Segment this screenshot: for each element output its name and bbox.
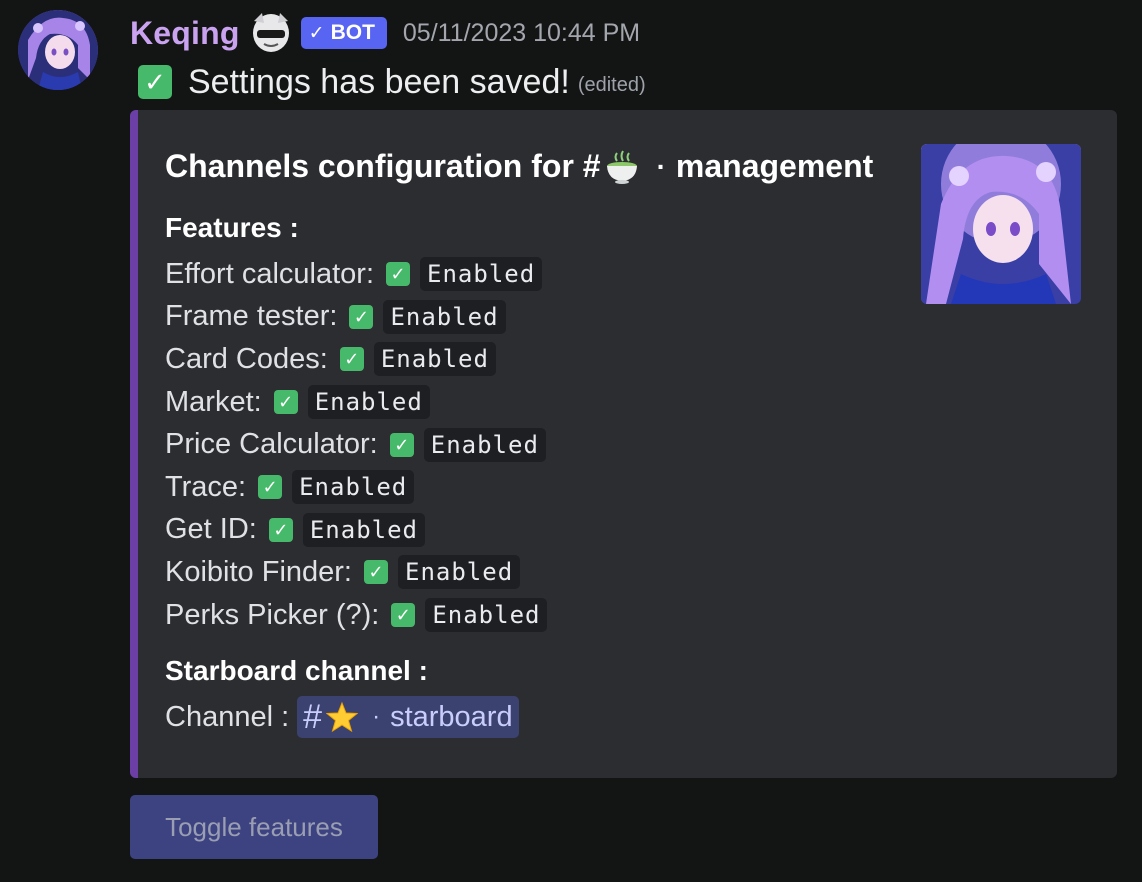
feature-status: Enabled	[292, 470, 415, 505]
feature-row: Koibito Finder: ✓ Enabled	[165, 551, 547, 594]
feature-label: Effort calculator:	[165, 257, 375, 290]
feature-row: Trace: ✓ Enabled	[165, 466, 547, 509]
avatar[interactable]	[18, 10, 98, 90]
feature-status: Enabled	[373, 342, 496, 377]
username[interactable]: Keqing	[130, 15, 240, 52]
thumbnail-image	[921, 144, 1081, 304]
white-check-mark-icon: ✓	[349, 304, 374, 329]
star-icon	[325, 701, 359, 733]
feature-status: Enabled	[425, 598, 548, 633]
feature-label: Card Codes:	[165, 342, 328, 375]
channel-hash-icon: #	[303, 697, 323, 736]
feature-status: Enabled	[302, 512, 426, 547]
avatar-decoration-icon	[248, 11, 294, 55]
feature-status: Enabled	[383, 299, 506, 334]
feature-status: Enabled	[307, 385, 430, 420]
white-check-mark-icon: ✓	[268, 517, 293, 542]
white-check-mark-icon: ✓	[364, 560, 388, 585]
feature-label: Koibito Finder:	[165, 555, 352, 588]
channel-mention-name: starboard	[390, 700, 513, 733]
channel-label: Channel :	[165, 700, 290, 733]
checkmark-icon: ✓	[308, 22, 325, 44]
message-content: ✓ Settings has been saved! (edited)	[138, 60, 646, 104]
feature-row: Price Calculator: ✓ Enabled	[165, 423, 547, 466]
channel-mention[interactable]: # · starboard	[297, 696, 519, 738]
feature-label: Trace:	[165, 470, 247, 503]
feature-label: Get ID:	[165, 513, 257, 546]
white-check-mark-icon: ✓	[258, 475, 283, 500]
embed-accent-bar	[130, 110, 138, 778]
feature-row: Card Codes: ✓ Enabled	[165, 338, 547, 381]
white-check-mark-icon: ✓	[386, 262, 411, 287]
channel-mention-dot: ·	[372, 703, 381, 730]
white-check-mark-icon: ✓	[389, 432, 414, 457]
feature-label: Frame tester:	[165, 300, 338, 333]
embed: Channels configuration for # · managemen…	[130, 110, 1117, 778]
bot-tag-label: BOT	[330, 21, 375, 44]
chat-message: Keqing ✓ BOT 05/11/2023 10:44 PM ✓ Setti…	[0, 0, 1142, 882]
starboard-heading: Starboard channel :	[165, 655, 428, 686]
bot-tag: ✓ BOT	[300, 17, 387, 49]
feature-status: Enabled	[420, 257, 543, 292]
message-header: Keqing ✓ BOT 05/11/2023 10:44 PM	[130, 10, 640, 56]
features-heading: Features :	[165, 212, 299, 243]
features-list: Effort calculator: ✓ Enabled Frame teste…	[165, 253, 548, 637]
timestamp[interactable]: 05/11/2023 10:44 PM	[403, 19, 640, 48]
embed-title: Channels configuration for # · managemen…	[165, 148, 873, 185]
feature-row: Frame tester: ✓ Enabled	[165, 296, 547, 339]
feature-status: Enabled	[423, 427, 546, 462]
avatar-image	[18, 10, 98, 90]
toggle-features-button[interactable]: Toggle features	[130, 795, 378, 859]
embed-title-dot: ·	[656, 150, 666, 182]
tea-icon	[603, 149, 641, 185]
feature-label: Price Calculator:	[165, 428, 378, 461]
embed-title-prefix: Channels configuration for #	[165, 148, 601, 184]
feature-row: Effort calculator: ✓ Enabled	[165, 253, 547, 296]
starboard-channel-row: Channel : # · starboard	[165, 696, 519, 738]
feature-row: Market: ✓ Enabled	[165, 381, 547, 424]
white-check-mark-icon: ✓	[273, 390, 298, 415]
white-check-mark-icon: ✓	[138, 65, 172, 99]
feature-label: Perks Picker (?):	[165, 598, 380, 631]
white-check-mark-icon: ✓	[339, 347, 364, 372]
feature-row: Perks Picker (?): ✓ Enabled	[165, 594, 548, 637]
feature-row: Get ID: ✓ Enabled	[165, 509, 547, 552]
edited-label: (edited)	[577, 73, 646, 96]
embed-title-channel: management	[675, 148, 874, 184]
feature-status: Enabled	[398, 555, 521, 590]
feature-label: Market:	[165, 385, 262, 418]
message-text: Settings has been saved!	[188, 62, 570, 101]
white-check-mark-icon: ✓	[391, 603, 416, 628]
embed-thumbnail[interactable]	[921, 144, 1081, 304]
